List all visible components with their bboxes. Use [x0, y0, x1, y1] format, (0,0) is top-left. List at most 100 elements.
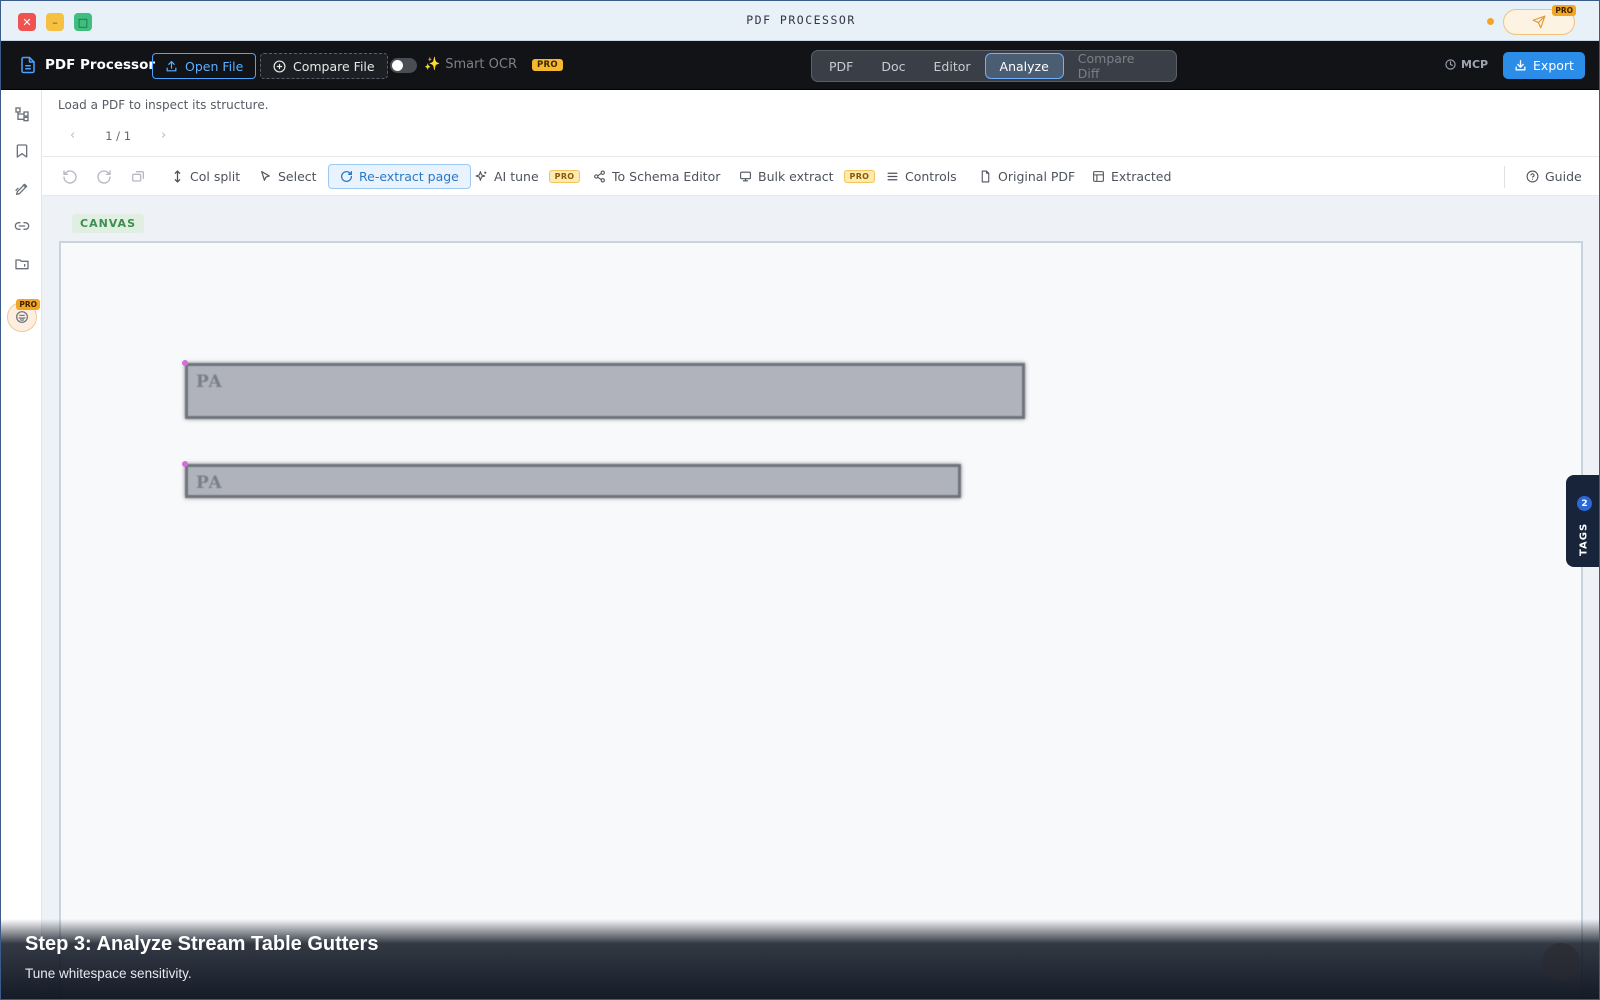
open-file-label: Open File — [185, 58, 244, 74]
status-message: Load a PDF to inspect its structure. — [58, 98, 269, 112]
info-bar: Load a PDF to inspect its structure. ‹ 1… — [42, 90, 1599, 157]
menu-lines-icon — [887, 172, 898, 181]
download-icon — [1515, 59, 1526, 71]
pro-badge: PRO — [16, 299, 40, 310]
tags-label: TAGS — [1578, 522, 1590, 556]
region-handle[interactable] — [182, 461, 188, 467]
help-fab-button[interactable] — [1542, 943, 1580, 981]
chevron-right-icon[interactable]: › — [161, 128, 166, 143]
window-title: PDF PROCESSOR — [746, 13, 856, 27]
smart-ocr-option: ✨ Smart OCR PRO — [424, 57, 563, 72]
tab-doc[interactable]: Doc — [867, 53, 919, 79]
pro-badge: PRO — [532, 58, 563, 71]
guide-button[interactable]: Guide — [1520, 164, 1588, 189]
to-schema-editor-button[interactable]: To Schema Editor — [587, 164, 726, 189]
folder-icon — [15, 259, 29, 270]
compare-file-label: Compare File — [293, 58, 375, 74]
rail-links-button[interactable] — [12, 216, 32, 236]
rail-files-button[interactable] — [12, 254, 32, 274]
analysis-toolbar: Col split Select Re-extract page AI tune… — [42, 158, 1599, 196]
step-title: Step 3: Analyze Stream Table Gutters — [25, 933, 379, 955]
step-subtitle: Tune whitespace sensitivity. — [25, 966, 192, 981]
page-indicator: 1 / 1 — [105, 128, 132, 143]
app-window: ✕ – □ PDF PROCESSOR PRO PDF Processor Op… — [0, 0, 1600, 1000]
pro-badge: PRO — [843, 170, 876, 183]
re-extract-label: Re-extract page — [359, 169, 459, 184]
status-dot — [1487, 18, 1494, 25]
region-handle[interactable] — [182, 360, 188, 366]
step-overlay: Step 3: Analyze Stream Table Gutters Tun… — [1, 919, 1599, 999]
app-name: PDF Processor — [45, 57, 156, 73]
layout-icon — [1093, 171, 1104, 182]
reset-icon[interactable] — [130, 169, 146, 185]
undo-icon[interactable] — [62, 169, 78, 185]
redo-icon[interactable] — [96, 169, 112, 185]
extracted-region[interactable]: PA — [185, 464, 961, 498]
pro-badge: PRO — [548, 170, 581, 183]
bulk-extract-button[interactable]: Bulk extract PRO — [733, 164, 881, 189]
cursor-icon — [261, 171, 270, 181]
controls-label: Controls — [905, 169, 957, 184]
canvas-page[interactable]: PA PA — [59, 241, 1583, 999]
tab-compare-diff[interactable]: Compare Diff — [1064, 51, 1173, 81]
rail-bookmarks-button[interactable] — [12, 141, 32, 161]
smart-ocr-label: Smart OCR — [445, 57, 517, 72]
open-file-button[interactable]: Open File — [152, 53, 257, 79]
ai-brain-icon — [16, 311, 28, 323]
sparkle-icon — [475, 171, 487, 181]
export-label: Export — [1533, 58, 1574, 73]
sparkles-icon: ✨ — [424, 57, 441, 72]
tab-analyze[interactable]: Analyze — [984, 53, 1064, 79]
compare-file-button[interactable]: Compare File — [260, 53, 388, 79]
export-button[interactable]: Export — [1503, 52, 1585, 79]
document-icon — [21, 56, 35, 74]
upload-icon — [166, 60, 177, 71]
bulk-extract-label: Bulk extract — [758, 169, 834, 184]
guide-label: Guide — [1545, 169, 1582, 184]
tab-editor[interactable]: Editor — [920, 53, 985, 79]
send-feedback-button[interactable]: PRO — [1503, 5, 1576, 35]
extracted-button[interactable]: Extracted — [1086, 164, 1177, 189]
select-label: Select — [278, 169, 317, 184]
extracted-label: Extracted — [1111, 169, 1172, 184]
col-split-button[interactable]: Col split — [165, 164, 246, 189]
original-pdf-label: Original PDF — [998, 169, 1076, 184]
canvas-area: CANVAS PA PA — [42, 196, 1599, 999]
chevron-left-icon[interactable]: ‹ — [70, 128, 75, 143]
region-text: PA — [196, 372, 223, 392]
col-split-label: Col split — [190, 169, 241, 184]
mcp-label: MCP — [1461, 58, 1489, 71]
plus-circle-icon — [273, 59, 286, 73]
toolbar-divider — [1504, 166, 1505, 188]
edit-pen-icon — [15, 183, 28, 195]
rail-annotate-button[interactable] — [12, 179, 32, 199]
mcp-button[interactable]: MCP — [1445, 58, 1488, 71]
refresh-icon — [341, 170, 353, 182]
select-button[interactable]: Select — [253, 164, 323, 189]
page-navigator: ‹ 1 / 1 › — [70, 128, 166, 143]
left-rail: PRO — [1, 90, 42, 999]
re-extract-page-button[interactable]: Re-extract page — [328, 164, 471, 189]
rail-ai-button[interactable]: PRO — [7, 299, 40, 332]
extracted-region[interactable]: PA — [185, 363, 1025, 419]
send-icon — [1532, 15, 1546, 29]
clock-icon — [1445, 59, 1456, 70]
region-text: PA — [196, 473, 223, 493]
tags-panel-tab[interactable]: 2 TAGS — [1566, 475, 1599, 567]
main-toolbar: PDF Processor Open File Compare File ✨ S… — [1, 41, 1599, 90]
link-icon — [14, 222, 30, 230]
tab-pdf[interactable]: PDF — [815, 53, 867, 79]
rail-structure-button[interactable] — [12, 104, 32, 124]
ai-tune-label: AI tune — [494, 169, 539, 184]
original-pdf-button[interactable]: Original PDF — [973, 164, 1081, 189]
mode-tabs: PDF Doc Editor Analyze Compare Diff — [811, 50, 1177, 82]
controls-button[interactable]: Controls — [880, 164, 963, 189]
help-circle-icon — [1526, 170, 1539, 183]
arrows-vertical-icon — [174, 170, 181, 183]
title-bar: ✕ – □ PDF PROCESSOR PRO — [1, 1, 1599, 41]
pro-badge: PRO — [1552, 5, 1576, 16]
tags-count-badge: 2 — [1577, 496, 1592, 511]
smart-ocr-toggle[interactable] — [390, 58, 417, 73]
ai-tune-button[interactable]: AI tune PRO — [469, 164, 586, 189]
canvas-label: CANVAS — [72, 214, 144, 233]
